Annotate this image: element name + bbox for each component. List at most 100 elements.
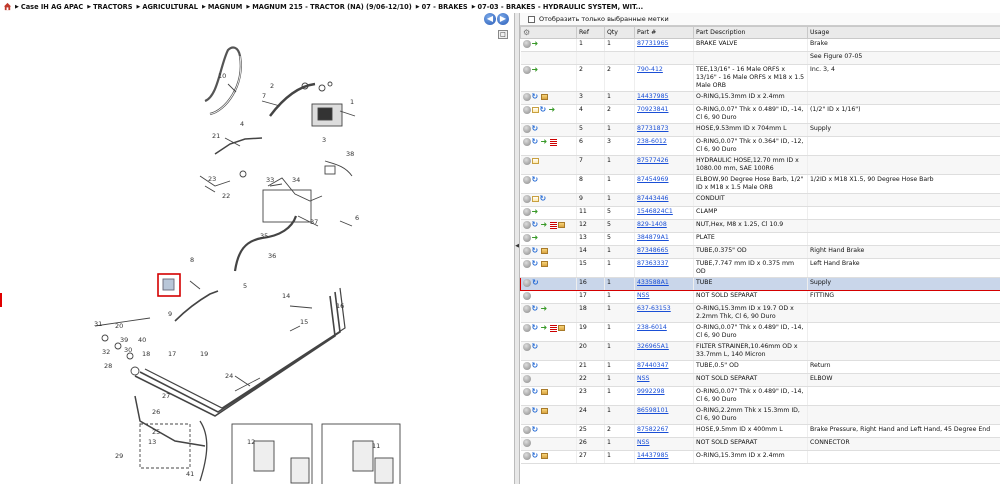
part-number-link[interactable]: 1546824C1 [634,206,694,220]
callout-label[interactable]: 4 [240,120,244,128]
part-number-link[interactable]: 86598101 [634,405,694,425]
callout-label[interactable]: 34 [292,176,300,184]
add-to-cart-arrow-icon[interactable]: ➜ [532,66,540,74]
callout-label[interactable]: 25 [152,428,160,436]
callout-label[interactable]: 27 [162,392,170,400]
breadcrumb-item[interactable]: ▶ TRACTORS [87,3,132,11]
table-row[interactable]: ➜ 1 1 87731965 BRAKE VALVE Brake [520,38,1000,52]
part-number-link[interactable]: 87443446 [634,193,694,207]
table-row[interactable]: ↻ 14 1 87348665 TUBE,0.375" OD Right Hand Bra… [520,245,1000,259]
status-circle-icon[interactable] [522,157,531,165]
callout-label[interactable]: 37 [310,218,318,226]
replace-icon[interactable]: ↻ [532,138,540,146]
callout-label[interactable]: 32 [102,348,110,356]
status-circle-icon[interactable] [523,279,531,287]
breadcrumb-item[interactable]: ▶ MAGNUM [202,3,242,11]
status-circle-icon[interactable] [522,208,531,216]
replace-icon[interactable]: ↻ [532,426,540,434]
package-icon[interactable] [557,222,565,228]
table-row[interactable]: ↻ 3 1 14437985 O-RING,15.3mm ID x 2.4mm [520,91,1000,105]
add-to-cart-arrow-icon[interactable]: ➜ [541,221,549,229]
callout-label[interactable]: 13 [148,438,156,446]
add-to-cart-arrow-icon[interactable]: ➜ [541,305,549,313]
table-row[interactable]: ↻ 8 1 87454969 ELBOW,90 Degree Hose Barb, 1/… [520,174,1000,194]
breadcrumb-item[interactable]: ▶ Case IH AG APAC [15,3,83,11]
restricted-icon[interactable] [549,138,557,146]
replace-icon[interactable]: ↻ [532,388,540,396]
chevron-left-icon[interactable]: ◀ [515,241,519,251]
table-row[interactable]: ↻ ➜ 12 5 829-1408 NUT,Hex, M8 x 1.25, Cl 10.9 [520,219,1000,233]
callout-label[interactable]: 23 [208,175,216,183]
callout-label[interactable]: 26 [152,408,160,416]
callout-label[interactable]: 2 [270,82,274,90]
callout-label[interactable]: 14 [282,292,290,300]
status-circle-icon[interactable] [522,292,531,300]
table-row[interactable]: ↻ 20 1 326965A1 FILTER STRAINER,10.46mm OD x… [520,341,1000,361]
part-number-link[interactable] [634,51,694,65]
replace-icon[interactable]: ↻ [532,407,540,415]
home-icon[interactable] [3,2,12,11]
status-circle-icon[interactable] [522,234,531,242]
callout-label[interactable]: 33 [266,176,274,184]
status-circle-icon[interactable] [522,305,531,313]
package-icon[interactable] [540,408,548,414]
note-icon[interactable] [531,196,539,202]
status-circle-icon[interactable] [522,260,531,268]
callout-label[interactable]: 36 [268,252,276,260]
table-row[interactable]: ↻ ➜ 18 1 637-63153 O-RING,15.3mm ID x 19.7 OD… [520,303,1000,323]
callout-label[interactable]: 16 [336,302,344,310]
add-to-cart-arrow-icon[interactable]: ➜ [532,208,540,216]
part-number-link[interactable]: 87577426 [634,155,694,175]
status-circle-icon[interactable] [522,324,531,332]
package-icon[interactable] [540,248,548,254]
callout-label[interactable]: 21 [212,132,220,140]
part-number-link[interactable]: 87454969 [634,174,694,194]
table-row[interactable]: ➜ 2 2 790-412 TEE,13/16" - 16 Male ORFS x 13… [520,64,1000,92]
part-number-link[interactable]: 87348665 [634,245,694,259]
part-number-link[interactable]: 87582267 [634,424,694,438]
part-number-link[interactable]: NSS [634,290,694,304]
table-row[interactable]: ↻ 23 1 9992298 O-RING,0.07" Thk x 0.489" ID,… [520,386,1000,406]
restricted-icon[interactable] [549,221,557,229]
callout-label[interactable]: 1 [350,98,354,106]
callout-label[interactable]: 39 [120,336,128,344]
callout-label[interactable]: 41 [186,470,194,478]
callout-label[interactable]: 7 [262,92,266,100]
part-number-link[interactable]: 9992298 [634,386,694,406]
callout-label[interactable]: 19 [200,350,208,358]
status-circle-icon[interactable] [522,138,531,146]
status-circle-icon[interactable] [522,106,531,114]
status-circle-icon[interactable] [522,66,531,74]
table-row[interactable]: 7 1 87577426 HYDRAULIC HOSE,12.70 mm ID x 1… [520,155,1000,175]
replace-icon[interactable]: ↻ [532,176,540,184]
replace-icon[interactable]: ↻ [532,362,540,370]
show-selected-checkbox[interactable] [528,15,535,23]
callout-label[interactable]: 24 [225,372,233,380]
part-number-link[interactable]: 87731965 [634,38,694,52]
callout-label[interactable]: 6 [355,214,359,222]
breadcrumb-item[interactable]: ▶ MAGNUM 215 - TRACTOR (NA) (9/06-12/10) [246,3,411,11]
callout-label[interactable]: 5 [243,282,247,290]
callout-label[interactable]: 8 [190,256,194,264]
callout-label[interactable]: 12 [247,438,255,446]
table-row-selected[interactable]: ↻ 16 1 433588A1 TUBE Supply [520,277,1000,291]
replace-icon[interactable]: ↻ [532,279,540,287]
status-circle-icon[interactable] [522,388,531,396]
package-icon[interactable] [540,94,548,100]
callout-label[interactable]: 10 [218,72,226,80]
callout-label[interactable]: 17 [168,350,176,358]
replace-icon[interactable]: ↻ [532,260,540,268]
part-number-link[interactable]: 238-6014 [634,322,694,342]
restricted-icon[interactable] [549,324,557,332]
part-number-link[interactable]: 238-6012 [634,136,694,156]
header-ref[interactable]: Ref [576,26,605,39]
part-number-link[interactable]: 87363337 [634,258,694,278]
part-number-link[interactable]: 384879A1 [634,232,694,246]
status-circle-icon[interactable] [522,125,531,133]
replace-icon[interactable]: ↻ [540,106,548,114]
status-circle-icon[interactable] [522,93,531,101]
replace-icon[interactable]: ↻ [532,247,540,255]
callout-label[interactable]: 22 [222,192,230,200]
header-part-description[interactable]: Part Description [693,26,808,39]
status-circle-icon[interactable] [522,221,531,229]
